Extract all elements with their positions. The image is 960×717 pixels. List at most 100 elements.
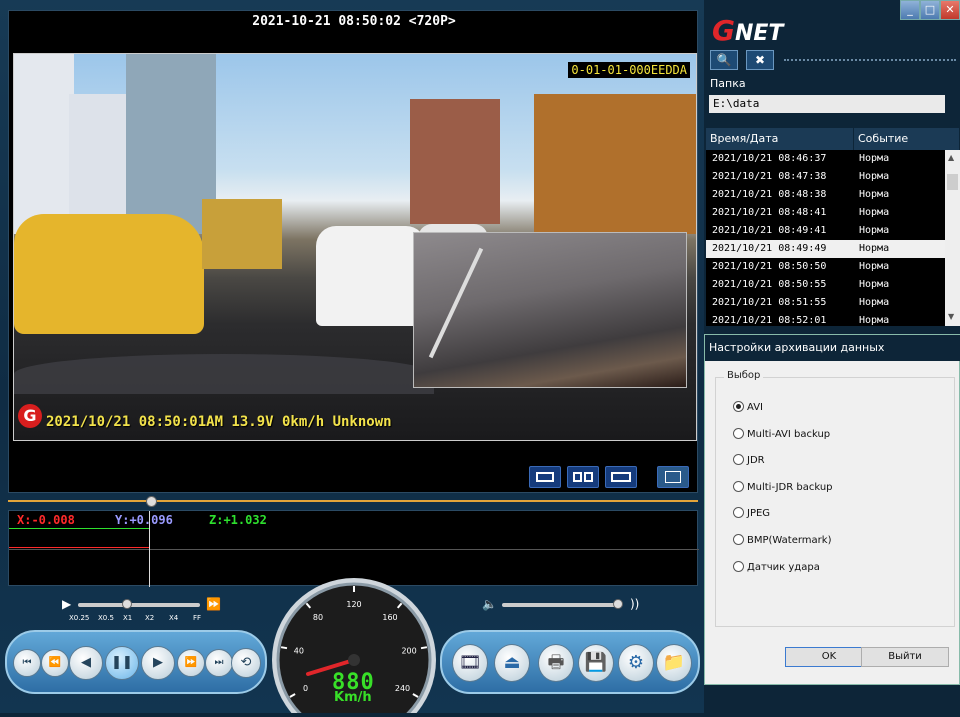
gauge-tick-label: 0 [303,684,308,693]
minimize-button[interactable]: _ [900,0,920,20]
view-split-button[interactable] [567,466,599,488]
lane-line [428,247,484,359]
exit-button[interactable]: Выйти [861,647,949,667]
file-list: 2021/10/21 08:46:37 Норма 2021/10/21 08:47… [706,150,960,326]
save-icon[interactable]: 💾 [578,644,614,682]
gauge-tick-mark [280,646,288,650]
previous-file-button[interactable]: ⏪ [41,649,69,677]
gnet-osd-logo-icon: G [18,404,42,428]
speed-label: X2 [145,614,155,622]
format-option-radio[interactable]: AVI [733,401,763,413]
format-option-label: Multi-AVI backup [747,429,831,440]
speedometer: 0 40 80 120 160 200 240 880 Km/h [268,578,440,717]
row-event: Норма [859,225,890,236]
scroll-up-icon[interactable]: ▲ [948,153,954,162]
row-event: Норма [859,297,890,308]
skip-start-button[interactable]: ⏮ [13,649,41,677]
play-small-icon: ▶ [62,597,72,611]
file-list-row[interactable]: 2021/10/21 08:52:01 Норма [706,312,960,326]
printer-icon[interactable]: 🖶 [538,644,574,682]
format-option-radio[interactable]: Multi-AVI backup [733,428,830,440]
view-single-button[interactable] [529,466,561,488]
row-event: Норма [859,315,890,326]
folder-icon[interactable]: 📁 [656,644,692,682]
format-option-radio[interactable]: Датчик удара [733,561,820,573]
volume-handle[interactable] [613,599,623,609]
file-list-row[interactable]: 2021/10/21 08:48:41 Норма [706,204,960,222]
row-time: 2021/10/21 08:52:01 [712,315,827,326]
file-list-row[interactable]: 2021/10/21 08:49:41 Норма [706,222,960,240]
speed-label: X0.5 [98,614,114,622]
row-time: 2021/10/21 08:50:55 [712,279,827,290]
format-option-label: AVI [747,402,763,413]
scroll-down-icon[interactable]: ▼ [948,312,954,321]
row-event: Норма [859,171,890,182]
radio-circle-icon[interactable] [733,561,744,572]
gsensor-x-trace [9,547,149,548]
radio-circle-icon[interactable] [733,428,744,439]
gear-icon[interactable]: ⚙ [618,644,654,682]
playback-speed-slider[interactable] [78,603,200,607]
timeline-handle[interactable] [146,496,157,507]
radio-circle-icon[interactable] [733,481,744,492]
rear-camera-pip[interactable] [413,232,687,388]
file-list-row[interactable]: 2021/10/21 08:47:38 Норма [706,168,960,186]
play-button[interactable]: ▶ [141,646,175,680]
file-list-row[interactable]: 2021/10/21 08:49:49 Норма [706,240,960,258]
file-list-header: Время/Дата Событие [706,128,960,150]
search-icon[interactable]: 🔍 [710,50,738,70]
format-option-radio[interactable]: Multi-JDR backup [733,481,833,493]
file-list-row[interactable]: 2021/10/21 08:46:37 Норма [706,150,960,168]
view-toggle-button[interactable] [657,466,689,488]
playback-timeline[interactable] [8,496,698,507]
column-time-header[interactable]: Время/Дата [706,128,854,150]
repeat-button[interactable]: ⟲ [231,648,261,678]
volume-slider[interactable] [502,603,620,607]
speed-label: X1 [123,614,133,622]
ok-button[interactable]: OK [785,647,873,667]
skip-end-button[interactable]: ⏭ [205,649,233,677]
column-event-header[interactable]: Событие [854,128,960,150]
satellite-icon[interactable]: ✖ [746,50,774,70]
scroll-thumb[interactable] [947,174,958,190]
row-time: 2021/10/21 08:48:38 [712,189,827,200]
radio-circle-icon[interactable] [733,507,744,518]
next-file-button[interactable]: ⏩ [177,649,205,677]
file-list-row[interactable]: 2021/10/21 08:51:55 Норма [706,294,960,312]
file-list-scrollbar[interactable]: ▲ ▼ [945,150,960,326]
format-option-label: Multi-JDR backup [747,482,833,493]
dashboard-edge [14,354,434,394]
format-option-label: JPEG [747,508,771,519]
film-icon[interactable]: 🎞 [452,644,488,682]
format-option-radio[interactable]: JDR [733,454,765,466]
fast-forward-small-icon: ⏩ [206,597,221,611]
eject-icon[interactable]: ⏏ [494,644,530,682]
file-list-row[interactable]: 2021/10/21 08:50:50 Норма [706,258,960,276]
playback-speed-handle[interactable] [122,599,132,609]
speed-label: FF [193,614,202,622]
row-time: 2021/10/21 08:48:41 [712,207,827,218]
file-list-row[interactable]: 2021/10/21 08:50:55 Норма [706,276,960,294]
building-brick [410,99,500,224]
maximize-button[interactable]: □ [920,0,940,20]
reverse-play-button[interactable]: ◀ [69,646,103,680]
gnet-logo: GNET [712,14,784,47]
radio-circle-icon[interactable] [733,401,744,412]
white-car [316,226,426,326]
speed-unit: Km/h [334,690,372,705]
row-event: Норма [859,243,890,254]
format-option-radio[interactable]: BMP(Watermark) [733,534,831,546]
close-button[interactable]: ✕ [940,0,960,20]
folder-label: Папка [706,75,960,95]
format-option-radio[interactable]: JPEG [733,507,770,519]
gsensor-z-value: Z:+1.032 [209,513,267,527]
row-time: 2021/10/21 08:47:38 [712,171,827,182]
radio-circle-icon[interactable] [733,534,744,545]
radio-circle-icon[interactable] [733,454,744,465]
view-pip-button[interactable] [605,466,637,488]
file-list-row[interactable]: 2021/10/21 08:48:38 Норма [706,186,960,204]
folder-path-field[interactable]: E:\data [709,95,945,113]
pause-button[interactable]: ❚❚ [105,646,139,680]
gauge-tick-label: 160 [382,613,397,622]
dialog-title: Настройки архивации данных [705,335,960,361]
